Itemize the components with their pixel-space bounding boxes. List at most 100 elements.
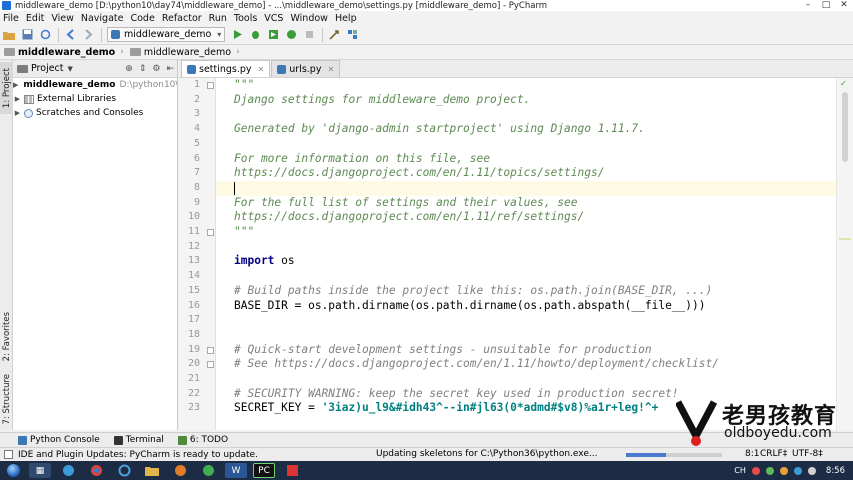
tool-tab-terminal[interactable]: Terminal bbox=[113, 435, 164, 445]
run-configuration-select[interactable]: middleware_demo ▾ bbox=[107, 27, 226, 42]
debug-icon[interactable] bbox=[249, 29, 261, 41]
start-button[interactable] bbox=[0, 461, 26, 480]
chevron-right-icon[interactable]: ▶ bbox=[13, 95, 22, 103]
tree-item-middleware-demo[interactable]: ▶ middleware_demo D:\python10\d bbox=[13, 78, 177, 92]
line-number: 21 bbox=[187, 373, 200, 384]
code-editor: settings.py ✕ urls.py ✕ 1 2 3 4 5 6 7 8 … bbox=[179, 60, 853, 430]
run-icon[interactable] bbox=[231, 29, 243, 41]
project-view-select[interactable]: Project bbox=[31, 63, 64, 74]
os-taskbar: ▦ W PC CH 8:56 bbox=[0, 461, 853, 480]
menu-help[interactable]: Help bbox=[335, 13, 357, 24]
forward-icon[interactable] bbox=[82, 29, 94, 41]
python-file-icon bbox=[277, 64, 287, 74]
locate-icon[interactable]: ⊕ bbox=[125, 64, 133, 74]
sync-icon[interactable] bbox=[39, 29, 51, 41]
line-number: 7 bbox=[193, 167, 200, 179]
chrome-icon[interactable] bbox=[85, 463, 107, 478]
code-text: """ bbox=[234, 225, 255, 238]
maximize-button[interactable]: □ bbox=[817, 0, 835, 11]
ie-icon[interactable] bbox=[113, 463, 135, 478]
tree-item-scratches[interactable]: ▶ Scratches and Consoles bbox=[13, 106, 177, 120]
menu-tools[interactable]: Tools bbox=[234, 13, 257, 24]
tray-app-icon[interactable] bbox=[779, 466, 788, 475]
tool-tab-structure[interactable]: 7: Structure bbox=[0, 370, 13, 428]
left-tool-stripe: 1: Project 2: Favorites 7: Structure bbox=[0, 60, 13, 430]
encoding-select[interactable]: UTF-8‡ bbox=[792, 449, 823, 459]
menu-code[interactable]: Code bbox=[130, 13, 154, 24]
breadcrumb: middleware_demo › middleware_demo › bbox=[0, 45, 853, 60]
fold-marker-icon[interactable] bbox=[207, 82, 214, 89]
tray-app-icon[interactable] bbox=[765, 466, 774, 475]
browser-icon[interactable] bbox=[57, 463, 79, 478]
text-caret bbox=[234, 181, 235, 195]
menu-run[interactable]: Run bbox=[209, 13, 227, 24]
tree-item-external-libraries[interactable]: ▶ External Libraries bbox=[13, 92, 177, 106]
tool-tab-todo[interactable]: 6: TODO bbox=[177, 435, 228, 445]
line-number: 11 bbox=[187, 226, 200, 237]
line-separator-select[interactable]: CRLF‡ bbox=[760, 449, 787, 459]
qq-icon[interactable] bbox=[197, 463, 219, 478]
menu-refactor[interactable]: Refactor bbox=[162, 13, 202, 24]
background-task-label[interactable]: Updating skeletons for C:\Python36\pytho… bbox=[376, 449, 597, 459]
menu-navigate[interactable]: Navigate bbox=[81, 13, 124, 24]
tool-tab-favorites[interactable]: 2: Favorites bbox=[0, 306, 13, 368]
breadcrumb-item[interactable]: middleware_demo › bbox=[129, 47, 240, 58]
close-tab-icon[interactable]: ✕ bbox=[327, 65, 334, 74]
app-icon[interactable] bbox=[281, 463, 303, 478]
tool-tab-project[interactable]: 1: Project bbox=[0, 62, 13, 114]
chevron-down-icon[interactable]: ▼ bbox=[68, 65, 73, 73]
breadcrumb-item[interactable]: middleware_demo › bbox=[4, 47, 124, 58]
run-coverage-icon[interactable] bbox=[267, 29, 279, 41]
project-structure-icon[interactable] bbox=[346, 29, 358, 41]
explorer-icon[interactable]: ▦ bbox=[29, 463, 51, 478]
status-message[interactable]: IDE and Plugin Updates: PyCharm is ready… bbox=[18, 450, 258, 460]
line-number: 15 bbox=[187, 284, 200, 296]
volume-icon[interactable] bbox=[807, 466, 816, 475]
collapse-icon[interactable]: ⇕ bbox=[139, 64, 147, 74]
input-language[interactable]: CH bbox=[734, 466, 746, 475]
fold-marker-icon[interactable] bbox=[207, 346, 214, 354]
vcs-icon[interactable] bbox=[328, 29, 340, 41]
event-log-icon[interactable] bbox=[4, 450, 13, 459]
back-icon[interactable] bbox=[64, 29, 76, 41]
folder-icon[interactable] bbox=[141, 463, 163, 478]
word-icon[interactable]: W bbox=[225, 463, 247, 478]
chevron-right-icon[interactable]: ▶ bbox=[13, 109, 22, 117]
tool-tab-label: 1: Project bbox=[1, 67, 12, 109]
save-icon[interactable] bbox=[21, 29, 33, 41]
menu-vcs[interactable]: VCS bbox=[264, 13, 283, 24]
tool-tab-python-console[interactable]: Python Console bbox=[18, 435, 100, 445]
caret-position[interactable]: 8:1 bbox=[745, 449, 759, 459]
chevron-down-icon[interactable]: ▶ bbox=[13, 81, 18, 89]
code-text-area[interactable]: """ Django settings for middleware_demo … bbox=[216, 78, 836, 430]
inspection-ok-icon[interactable]: ✓ bbox=[840, 79, 847, 88]
stop-icon[interactable] bbox=[303, 29, 315, 41]
menu-window[interactable]: Window bbox=[290, 13, 327, 24]
media-icon[interactable] bbox=[169, 463, 191, 478]
open-folder-icon[interactable] bbox=[3, 29, 15, 41]
minimize-button[interactable]: – bbox=[799, 0, 817, 11]
windows-orb-icon bbox=[6, 464, 20, 477]
gear-icon[interactable]: ⚙ bbox=[152, 64, 160, 74]
menu-edit[interactable]: Edit bbox=[26, 13, 44, 24]
fold-marker-icon[interactable] bbox=[207, 361, 214, 369]
run-config-label: middleware_demo bbox=[124, 29, 212, 40]
close-window-button[interactable]: ✕ bbox=[835, 0, 853, 11]
fold-marker-icon[interactable] bbox=[207, 229, 214, 236]
clock[interactable]: 8:56 bbox=[826, 466, 845, 476]
code-line: # SECURITY WARNING: keep the secret key … bbox=[216, 387, 836, 402]
profile-icon[interactable] bbox=[285, 29, 297, 41]
close-tab-icon[interactable]: ✕ bbox=[258, 65, 265, 74]
menu-file[interactable]: File bbox=[3, 13, 19, 24]
tray-app-icon[interactable] bbox=[793, 466, 802, 475]
tray-app-icon[interactable] bbox=[751, 466, 760, 475]
menu-view[interactable]: View bbox=[51, 13, 74, 24]
tab-settings-py[interactable]: settings.py ✕ bbox=[181, 60, 271, 77]
tab-label: urls.py bbox=[289, 63, 322, 75]
line-number: 5 bbox=[193, 137, 200, 149]
pycharm-icon[interactable]: PC bbox=[253, 463, 275, 478]
hide-icon[interactable]: ⇤ bbox=[166, 64, 174, 74]
tab-urls-py[interactable]: urls.py ✕ bbox=[271, 60, 341, 77]
editor-scrollbar[interactable]: ✓ bbox=[836, 78, 853, 430]
scrollbar-thumb[interactable] bbox=[842, 92, 848, 162]
